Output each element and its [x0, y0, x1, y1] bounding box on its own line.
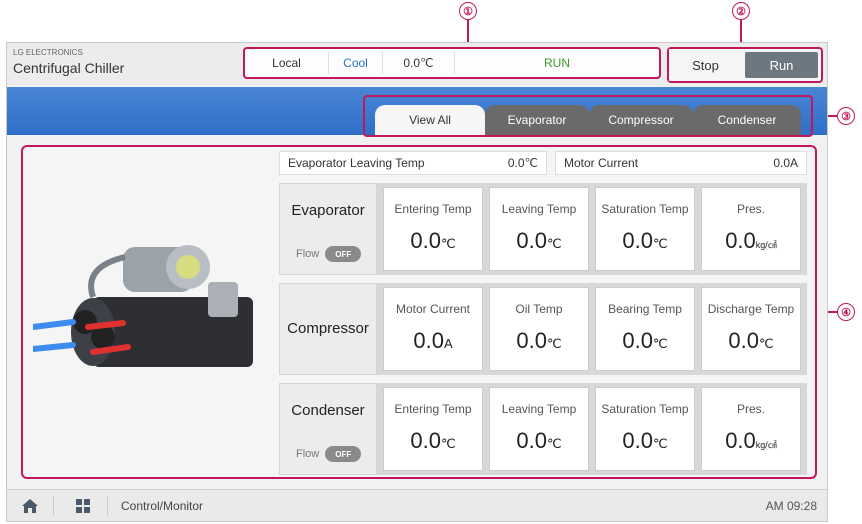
tab-evaporator[interactable]: Evaporator	[485, 105, 589, 135]
card-label: Pres.	[736, 202, 765, 216]
footer-divider	[53, 496, 54, 516]
status-bar: Local Cool 0.0℃ RUN	[243, 47, 661, 79]
card-value: 0.0℃	[410, 228, 456, 253]
compressor-row: Compressor Motor Current 0.0A Oil Temp 0…	[279, 283, 807, 375]
card-value: 0.0℃	[516, 428, 562, 453]
summary-motor-current-value: 0.0A	[773, 156, 798, 170]
brand-company: LG ELECTRONICS	[13, 48, 83, 57]
stop-run-control: Stop Run	[667, 47, 823, 83]
evaporator-cells: Entering Temp 0.0℃ Leaving Temp 0.0℃ Sat…	[377, 183, 807, 275]
condenser-flow-toggle[interactable]: OFF	[325, 446, 362, 462]
stop-button[interactable]: Stop	[669, 49, 742, 81]
monitor-panel: Evaporator Leaving Temp 0.0℃ Motor Curre…	[21, 145, 817, 479]
card-label: Saturation Temp	[601, 402, 689, 416]
card-label: Discharge Temp	[707, 302, 795, 316]
status-operation: Cool	[329, 52, 383, 74]
callout-2: ②	[732, 2, 750, 20]
cond-pressure-card: Pres. 0.0kg/㎠	[701, 387, 801, 471]
condenser-row: Condenser Flow OFF Entering Temp 0.0℃ Le…	[279, 383, 807, 475]
card-value: 0.0℃	[622, 228, 668, 253]
page-title: Control/Monitor	[121, 499, 204, 513]
status-mode: Local	[245, 52, 329, 74]
compressor-cells: Motor Current 0.0A Oil Temp 0.0℃ Bearing…	[377, 283, 807, 375]
chiller-illustration	[33, 245, 253, 367]
tab-compressor[interactable]: Compressor	[589, 105, 693, 135]
chiller-screen: LG ELECTRONICS Centrifugal Chiller Local…	[6, 42, 828, 522]
condenser-cells: Entering Temp 0.0℃ Leaving Temp 0.0℃ Sat…	[377, 383, 807, 475]
card-label: Leaving Temp	[501, 402, 577, 416]
compressor-label-box: Compressor	[279, 283, 377, 375]
card-value: 0.0kg/㎠	[725, 228, 777, 253]
summary-motor-current-label: Motor Current	[564, 156, 639, 170]
card-value: 0.0℃	[516, 228, 562, 253]
card-value: 0.0℃	[728, 328, 774, 353]
home-icon[interactable]	[21, 498, 39, 514]
status-state: RUN	[544, 56, 570, 70]
tab-view-all[interactable]: View All	[375, 105, 485, 135]
card-label: Bearing Temp	[608, 302, 682, 316]
cond-entering-temp-card: Entering Temp 0.0℃	[383, 387, 483, 471]
tab-group: View All Evaporator Compressor Condenser	[363, 95, 813, 137]
card-label: Saturation Temp	[601, 202, 689, 216]
cond-leaving-temp-card: Leaving Temp 0.0℃	[489, 387, 589, 471]
card-label: Motor Current	[395, 302, 471, 316]
card-value: 0.0℃	[622, 428, 668, 453]
card-value: 0.0℃	[516, 328, 562, 353]
compressor-name: Compressor	[287, 320, 369, 337]
evap-pressure-card: Pres. 0.0kg/㎠	[701, 187, 801, 271]
condenser-name: Condenser	[291, 402, 365, 419]
card-label: Pres.	[736, 402, 765, 416]
summary-motor-current: Motor Current 0.0A	[555, 151, 807, 175]
clock: AM 09:28	[765, 499, 817, 513]
summary-evap-leaving-label: Evaporator Leaving Temp	[288, 156, 425, 170]
condenser-flow-label: Flow	[296, 448, 320, 460]
grid-menu-icon[interactable]	[75, 498, 91, 514]
evap-saturation-temp-card: Saturation Temp 0.0℃	[595, 187, 695, 271]
callout-3: ③	[837, 107, 855, 125]
card-label: Leaving Temp	[501, 202, 577, 216]
card-label: Oil Temp	[515, 302, 563, 316]
evaporator-name: Evaporator	[291, 202, 365, 219]
evaporator-row: Evaporator Flow OFF Entering Temp 0.0℃ L…	[279, 183, 807, 275]
evaporator-flow-toggle[interactable]: OFF	[325, 246, 362, 262]
status-temp: 0.0℃	[383, 52, 455, 74]
comp-bearing-temp-card: Bearing Temp 0.0℃	[595, 287, 695, 371]
card-value: 0.0A	[413, 328, 453, 353]
comp-motor-current-card: Motor Current 0.0A	[383, 287, 483, 371]
evaporator-flow: Flow OFF	[296, 246, 362, 262]
evap-entering-temp-card: Entering Temp 0.0℃	[383, 187, 483, 271]
callout-1: ①	[459, 2, 477, 20]
card-value: 0.0kg/㎠	[725, 428, 777, 453]
comp-oil-temp-card: Oil Temp 0.0℃	[489, 287, 589, 371]
card-value: 0.0℃	[622, 328, 668, 353]
footer-bar: Control/Monitor AM 09:28	[7, 489, 827, 521]
evaporator-flow-label: Flow	[296, 248, 320, 260]
summary-evap-leaving-value: 0.0℃	[507, 156, 538, 170]
cond-saturation-temp-card: Saturation Temp 0.0℃	[595, 387, 695, 471]
run-button[interactable]: Run	[745, 52, 818, 78]
evaporator-label-box: Evaporator Flow OFF	[279, 183, 377, 275]
header: LG ELECTRONICS Centrifugal Chiller Local…	[7, 43, 827, 85]
footer-divider	[107, 496, 108, 516]
condenser-label-box: Condenser Flow OFF	[279, 383, 377, 475]
comp-discharge-temp-card: Discharge Temp 0.0℃	[701, 287, 801, 371]
app-title: Centrifugal Chiller	[13, 60, 125, 76]
card-label: Entering Temp	[394, 202, 472, 216]
summary-evap-leaving: Evaporator Leaving Temp 0.0℃	[279, 151, 547, 175]
tab-condenser[interactable]: Condenser	[693, 105, 801, 135]
card-value: 0.0℃	[410, 428, 456, 453]
card-label: Entering Temp	[394, 402, 472, 416]
condenser-flow: Flow OFF	[296, 446, 362, 462]
evap-leaving-temp-card: Leaving Temp 0.0℃	[489, 187, 589, 271]
callout-4: ④	[837, 303, 855, 321]
